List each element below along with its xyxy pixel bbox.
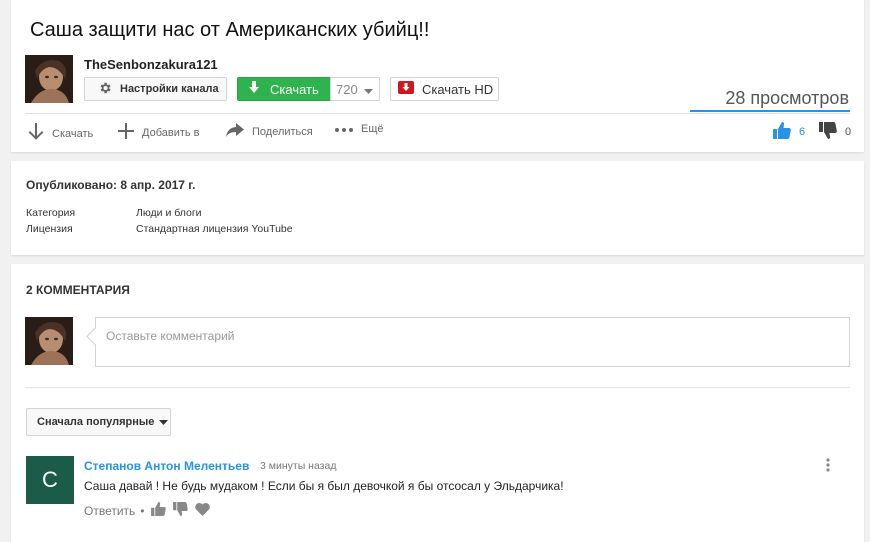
comment-text: Саша давай ! Не будь мудаком ! Если бы я… — [84, 479, 564, 493]
action-share-label: Поделиться — [252, 125, 313, 138]
heart-icon[interactable] — [194, 502, 210, 519]
download-label: Скачать — [270, 81, 319, 97]
reply-button[interactable]: Ответить — [84, 504, 135, 518]
quality-value: 720 — [336, 81, 358, 97]
divider — [25, 113, 850, 114]
dislike-button[interactable]: 0 — [819, 122, 851, 142]
channel-settings-button[interactable]: Настройки канала — [84, 77, 227, 101]
user-avatar-image — [25, 317, 73, 365]
comments-card: 2 КОММЕНТАРИЯ Оставьте комментарий Снача… — [11, 264, 864, 542]
kebab-menu-icon[interactable] — [826, 458, 830, 477]
separator-dot: • — [140, 503, 145, 518]
add-icon — [118, 123, 134, 142]
comment-actions: Ответить • — [84, 502, 217, 519]
download-arrow-icon — [28, 123, 44, 144]
like-button[interactable]: 6 — [773, 122, 805, 142]
license-value: Стандартная лицензия YouTube — [136, 223, 293, 235]
category-value[interactable]: Люди и блоги — [136, 207, 202, 219]
chevron-down-icon — [363, 82, 373, 97]
download-hd-button[interactable]: Скачать HD — [390, 77, 499, 101]
quality-select[interactable]: 720 — [330, 77, 380, 101]
download-button[interactable]: Скачать — [237, 77, 331, 101]
action-download-label: Скачать — [52, 127, 94, 140]
video-info-card: Опубликовано: 8 апр. 2017 г. Категория Л… — [11, 161, 864, 255]
thumbs-up-icon[interactable] — [150, 502, 166, 519]
view-count: 28 просмотров — [725, 88, 849, 108]
action-share[interactable]: Поделиться — [226, 123, 313, 140]
license-label: Лицензия — [26, 223, 73, 235]
share-icon — [226, 123, 244, 140]
dislike-count: 0 — [845, 126, 852, 138]
category-label: Категория — [26, 207, 76, 219]
comments-count: 2 КОММЕНТАРИЯ — [26, 283, 130, 297]
chevron-down-icon — [159, 416, 169, 428]
channel-avatar-image — [25, 55, 73, 103]
thumbs-down-icon[interactable] — [172, 502, 188, 519]
download-hd-label: Скачать HD — [422, 81, 494, 97]
comment-author[interactable]: Степанов Антон Мелентьев — [84, 459, 249, 473]
action-more-label: Ещё — [361, 123, 384, 135]
thumbs-up-icon — [773, 122, 791, 142]
sort-comments-button[interactable]: Сначала популярные — [26, 408, 171, 436]
thumbs-down-icon — [819, 122, 837, 142]
channel-name[interactable]: TheSenbonzakura121 — [84, 57, 218, 72]
likes-ratio-bar — [690, 110, 850, 112]
video-header-card: Саша защити нас от Американских убийц!! … — [11, 0, 864, 152]
gear-icon — [98, 81, 112, 98]
like-count: 6 — [799, 126, 806, 138]
divider — [25, 387, 850, 388]
channel-avatar[interactable] — [25, 55, 73, 103]
download-arrow-icon — [248, 81, 260, 97]
more-icon — [335, 123, 353, 135]
sort-label: Сначала популярные — [37, 416, 155, 428]
hd-download-icon — [398, 81, 414, 97]
comment-author-avatar[interactable]: С — [26, 456, 74, 504]
action-add-to-label: Добавить в — [142, 126, 200, 139]
comment-time[interactable]: 3 минуты назад — [260, 460, 336, 472]
channel-settings-label: Настройки канала — [120, 83, 219, 95]
video-title: Саша защити нас от Американских убийц!! — [30, 19, 430, 41]
user-avatar — [25, 317, 73, 365]
action-download[interactable]: Скачать — [28, 123, 93, 144]
action-more[interactable]: Ещё — [335, 123, 384, 135]
published-date: Опубликовано: 8 апр. 2017 г. — [26, 178, 196, 192]
action-add-to[interactable]: Добавить в — [118, 123, 200, 142]
comment-input[interactable]: Оставьте комментарий — [95, 317, 850, 367]
